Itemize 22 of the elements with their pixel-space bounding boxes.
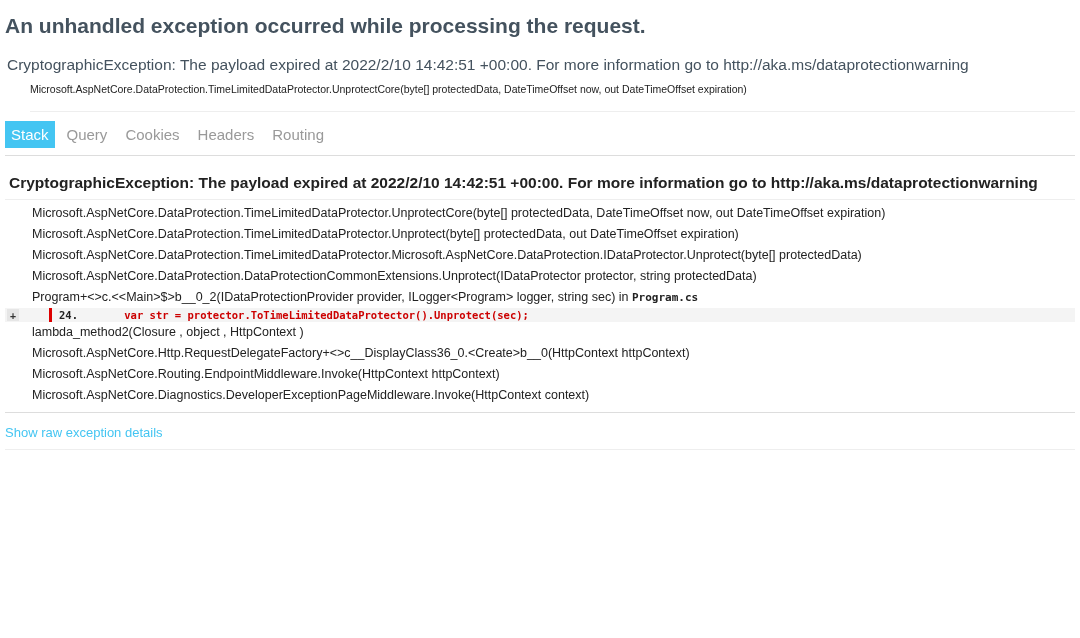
stack-frame: Microsoft.AspNetCore.Http.RequestDelegateFactory+<>c__DisplayClass36_0.<Create>b__0(HttpContext httpContext) [5,343,1075,364]
stack-heading: CryptographicException: The payload expired at 2022/2/10 14:42:51 +00:00. For more information go to http://aka.ms/dataprotectionwarning [5,156,1075,200]
stack-frame: Microsoft.AspNetCore.DataProtection.TimeLimitedDataProtector.Unprotect(byte[] protectedData, out DateTimeOffset expiration) [5,224,1075,245]
error-location: Microsoft.AspNetCore.DataProtection.TimeLimitedDataProtector.UnprotectCore(byte[] protectedData, DateTimeOffset now, out DateTimeOffset expiration) [30,83,1075,112]
stack-frame: Program+<>c.<<Main>$>b__0_2(IDataProtectionProvider provider, ILogger<Program> logger, string sec) in Program.cs [5,287,1075,308]
tab[interactable]: Cookies [119,121,186,148]
stack-frame: Microsoft.AspNetCore.Diagnostics.DeveloperExceptionPageMiddleware.Invoke(HttpContext context) [5,385,1075,406]
tab[interactable]: Query [60,121,114,148]
stack-frame: Microsoft.AspNetCore.Routing.EndpointMiddleware.Invoke(HttpContext httpContext) [5,364,1075,385]
raw-details-link[interactable]: Show raw exception details [5,425,163,440]
stack-frame: Microsoft.AspNetCore.DataProtection.DataProtectionCommonExtensions.Unprotect(IDataProtector protector, string protectedData) [5,266,1075,287]
tab[interactable]: Headers [191,121,261,148]
stack-frame: Microsoft.AspNetCore.DataProtection.TimeLimitedDataProtector.UnprotectCore(byte[] protectedData, DateTimeOffset now, out DateTimeOffset expiration) [5,203,1075,224]
stack-frame: lambda_method2(Closure , object , HttpContext ) [5,322,1075,343]
error-message: CryptographicException: The payload expired at 2022/2/10 14:42:51 +00:00. For more information go to http://aka.ms/dataprotectionwarning [6,56,970,74]
expand-button[interactable]: + [7,309,19,321]
line-number: 24. [59,309,79,321]
code-line: var str = protector.ToTimeLimitedDataProtector().Unprotect(sec); [123,309,529,321]
tab[interactable]: Routing [266,121,330,148]
tab[interactable]: Stack [5,121,55,148]
page-title: An unhandled exception occurred while processing the request. [5,13,647,39]
stack-frame: Microsoft.AspNetCore.DataProtection.TimeLimitedDataProtector.Microsoft.AspNetCore.DataProtection.IDataProtector.Unprotect(byte[] protectedData) [5,245,1075,266]
